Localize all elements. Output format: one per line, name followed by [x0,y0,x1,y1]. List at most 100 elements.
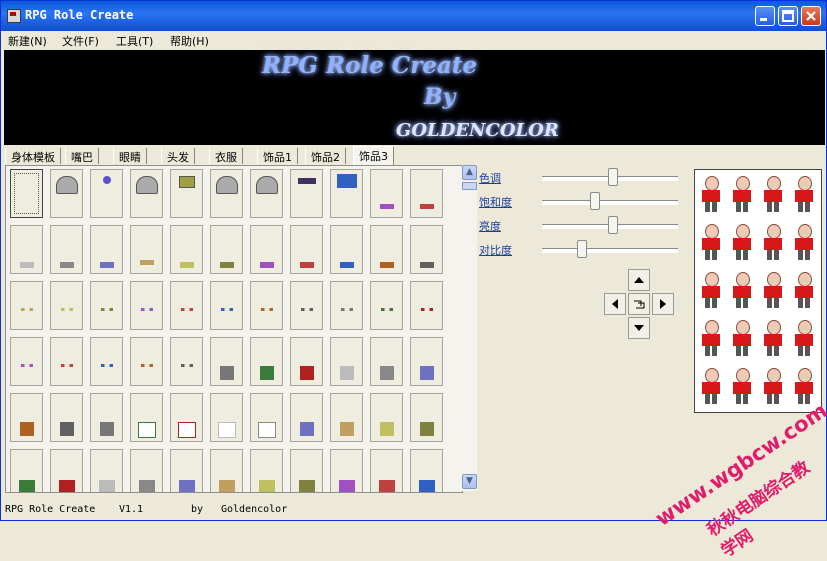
item-cell[interactable] [330,337,363,386]
scroll-up-button[interactable]: ▲ [462,165,477,180]
tab-clothes[interactable]: 衣服 [209,148,243,164]
hue-slider[interactable] [607,168,618,186]
maximize-button[interactable] [778,6,798,26]
tab-hair[interactable]: 头发 [161,148,195,164]
item-cell[interactable] [210,393,243,442]
item-cell[interactable] [250,449,283,492]
item-cell[interactable] [90,225,123,274]
item-cell[interactable] [170,337,203,386]
move-down-button[interactable] [628,317,650,339]
item-cell[interactable] [210,337,243,386]
close-button[interactable] [801,6,821,26]
move-up-button[interactable] [628,269,650,291]
saturation-slider[interactable] [589,192,600,210]
tab-mouth[interactable]: 嘴巴 [65,148,99,164]
item-cell[interactable] [210,225,243,274]
item-cell[interactable] [90,337,123,386]
tab-accessory-1[interactable]: 饰品1 [257,148,298,164]
hue-label[interactable]: 色调 [479,170,501,186]
item-cell[interactable] [330,449,363,492]
item-cell[interactable] [370,281,403,330]
item-cell[interactable] [10,337,43,386]
scroll-down-button[interactable]: ▼ [462,474,477,489]
item-cell[interactable] [250,281,283,330]
menu-file[interactable]: 文件(F) [62,33,99,49]
contrast-track[interactable] [542,248,678,253]
menu-new[interactable]: 新建(N) [8,33,47,49]
title-bar[interactable]: RPG Role Create [1,1,826,31]
contrast-slider[interactable] [577,240,588,258]
item-cell[interactable] [130,281,163,330]
item-cell[interactable] [370,449,403,492]
brightness-slider[interactable] [607,216,618,234]
item-cell[interactable] [170,393,203,442]
brightness-label[interactable]: 亮度 [479,218,501,234]
item-cell[interactable] [50,449,83,492]
item-cell[interactable] [170,225,203,274]
item-cell[interactable] [50,337,83,386]
scroll-thumb[interactable] [462,182,477,190]
item-cell[interactable] [330,281,363,330]
item-cell[interactable] [50,169,83,218]
item-cell[interactable] [250,337,283,386]
item-cell[interactable] [130,449,163,492]
item-cell[interactable] [210,281,243,330]
minimize-button[interactable] [755,6,775,26]
item-cell[interactable] [370,225,403,274]
item-cell[interactable] [290,393,323,442]
item-cell[interactable] [210,169,243,218]
move-right-button[interactable] [652,293,674,315]
item-cell[interactable] [90,169,123,218]
item-cell[interactable] [50,281,83,330]
item-cell[interactable] [410,449,443,492]
item-cell[interactable] [290,281,323,330]
item-cell[interactable] [290,337,323,386]
item-cell[interactable] [130,337,163,386]
item-cell[interactable] [250,169,283,218]
item-cell[interactable] [250,225,283,274]
item-cell[interactable] [330,393,363,442]
item-cell[interactable] [410,281,443,330]
item-cell[interactable] [410,169,443,218]
item-cell[interactable] [330,225,363,274]
saturation-track[interactable] [542,200,678,205]
menu-help[interactable]: 帮助(H) [170,33,209,49]
item-cell[interactable] [50,225,83,274]
item-cell[interactable] [370,169,403,218]
item-cell[interactable] [10,225,43,274]
item-cell[interactable] [250,393,283,442]
item-cell-selected[interactable] [10,169,43,218]
item-cell[interactable] [130,169,163,218]
tab-accessory-3[interactable]: 饰品3 [353,146,394,165]
item-cell[interactable] [210,449,243,492]
item-cell[interactable] [10,281,43,330]
item-cell[interactable] [290,449,323,492]
tab-body-template[interactable]: 身体模板 [5,148,61,164]
item-cell[interactable] [130,393,163,442]
move-left-button[interactable] [604,293,626,315]
item-cell[interactable] [10,393,43,442]
reset-position-button[interactable] [628,293,650,315]
item-cell[interactable] [330,169,363,218]
item-cell[interactable] [90,281,123,330]
item-cell[interactable] [170,449,203,492]
tab-accessory-2[interactable]: 饰品2 [305,148,346,164]
item-cell[interactable] [90,449,123,492]
item-cell[interactable] [410,337,443,386]
saturation-label[interactable]: 饱和度 [479,194,512,210]
item-cell[interactable] [10,449,43,492]
item-cell[interactable] [290,169,323,218]
item-cell[interactable] [170,281,203,330]
item-cell[interactable] [290,225,323,274]
item-scrollbar[interactable]: ▲ ▼ [462,165,477,491]
tab-eyes[interactable]: 眼睛 [113,148,147,164]
item-cell[interactable] [370,393,403,442]
item-cell[interactable] [410,225,443,274]
menu-tools[interactable]: 工具(T) [116,33,153,49]
item-cell[interactable] [50,393,83,442]
contrast-label[interactable]: 对比度 [479,242,512,258]
item-cell[interactable] [370,337,403,386]
app-icon[interactable] [7,9,21,23]
item-cell[interactable] [130,225,163,274]
item-cell[interactable] [410,393,443,442]
